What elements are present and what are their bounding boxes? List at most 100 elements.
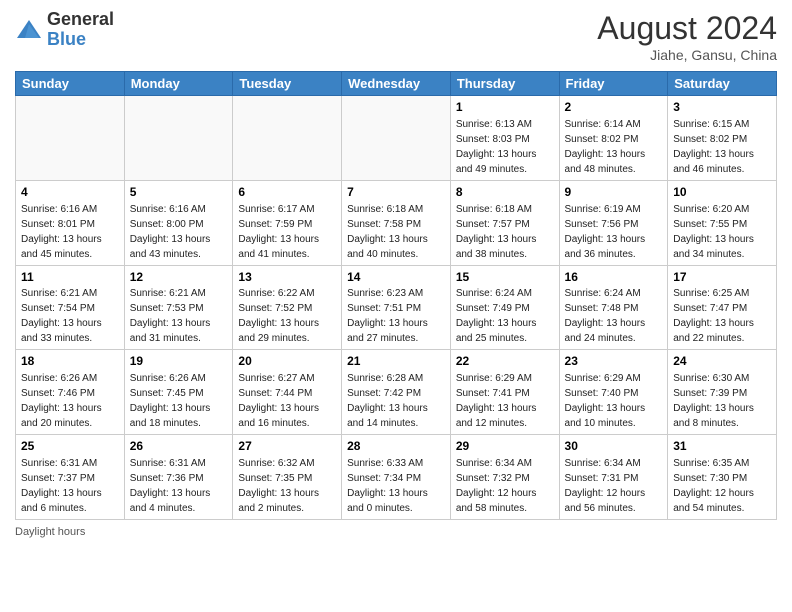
day-info: Sunrise: 6:15 AM Sunset: 8:02 PM Dayligh… [673, 119, 754, 175]
logo-general: General [47, 10, 114, 30]
day-info: Sunrise: 6:33 AM Sunset: 7:34 PM Dayligh… [347, 458, 428, 514]
day-info: Sunrise: 6:32 AM Sunset: 7:35 PM Dayligh… [238, 458, 319, 514]
day-number: 16 [565, 269, 663, 286]
day-number: 25 [21, 438, 119, 455]
day-number: 3 [673, 99, 771, 116]
day-info: Sunrise: 6:25 AM Sunset: 7:47 PM Dayligh… [673, 288, 754, 344]
logo: General Blue [15, 10, 114, 50]
daylight-label: Daylight hours [15, 526, 85, 538]
day-info: Sunrise: 6:20 AM Sunset: 7:55 PM Dayligh… [673, 204, 754, 260]
calendar-cell: 30Sunrise: 6:34 AM Sunset: 7:31 PM Dayli… [559, 435, 668, 520]
day-info: Sunrise: 6:17 AM Sunset: 7:59 PM Dayligh… [238, 204, 319, 260]
calendar-cell: 12 Sunrise: 6:21 AM Sunset: 7:53 PM Dayli… [124, 265, 233, 350]
calendar-cell: 6 Sunrise: 6:17 AM Sunset: 7:59 PM Daylig… [233, 180, 342, 265]
header: General Blue August 2024 Jiahe, Gansu, C… [15, 10, 777, 63]
day-info: Sunrise: 6:16 AM Sunset: 8:00 PM Dayligh… [130, 204, 211, 260]
calendar-cell: 14 Sunrise: 6:23 AM Sunset: 7:51 PM Dayli… [342, 265, 451, 350]
logo-text: General Blue [47, 10, 114, 50]
day-info: Sunrise: 6:18 AM Sunset: 7:58 PM Dayligh… [347, 204, 428, 260]
page: General Blue August 2024 Jiahe, Gansu, C… [0, 0, 792, 612]
day-number: 19 [130, 353, 228, 370]
calendar-cell: 7 Sunrise: 6:18 AM Sunset: 7:58 PM Daylig… [342, 180, 451, 265]
day-info: Sunrise: 6:14 AM Sunset: 8:02 PM Dayligh… [565, 119, 646, 175]
calendar-week-0: 1 Sunrise: 6:13 AM Sunset: 8:03 PM Daylig… [16, 96, 777, 181]
calendar-cell: 15Sunrise: 6:24 AM Sunset: 7:49 PM Dayli… [450, 265, 559, 350]
day-number: 1 [456, 99, 554, 116]
day-number: 12 [130, 269, 228, 286]
day-number: 9 [565, 184, 663, 201]
calendar-cell: 2 Sunrise: 6:14 AM Sunset: 8:02 PM Daylig… [559, 96, 668, 181]
calendar-week-1: 4 Sunrise: 6:16 AM Sunset: 8:01 PM Daylig… [16, 180, 777, 265]
day-number: 6 [238, 184, 336, 201]
day-info: Sunrise: 6:18 AM Sunset: 7:57 PM Dayligh… [456, 204, 537, 260]
day-info: Sunrise: 6:23 AM Sunset: 7:51 PM Dayligh… [347, 288, 428, 344]
calendar-header-tuesday: Tuesday [233, 72, 342, 96]
logo-icon [15, 16, 43, 44]
day-info: Sunrise: 6:31 AM Sunset: 7:37 PM Dayligh… [21, 458, 102, 514]
calendar-header-sunday: Sunday [16, 72, 125, 96]
calendar-cell [16, 96, 125, 181]
day-number: 7 [347, 184, 445, 201]
calendar-cell: 13Sunrise: 6:22 AM Sunset: 7:52 PM Dayli… [233, 265, 342, 350]
day-info: Sunrise: 6:31 AM Sunset: 7:36 PM Dayligh… [130, 458, 211, 514]
calendar-cell: 3 Sunrise: 6:15 AM Sunset: 8:02 PM Daylig… [668, 96, 777, 181]
calendar-week-4: 25 Sunrise: 6:31 AM Sunset: 7:37 PM Dayli… [16, 435, 777, 520]
calendar-cell: 19 Sunrise: 6:26 AM Sunset: 7:45 PM Dayli… [124, 350, 233, 435]
calendar-cell: 1 Sunrise: 6:13 AM Sunset: 8:03 PM Daylig… [450, 96, 559, 181]
location-title: Jiahe, Gansu, China [597, 47, 777, 63]
day-number: 27 [238, 438, 336, 455]
calendar-cell: 23 Sunrise: 6:29 AM Sunset: 7:40 PM Dayli… [559, 350, 668, 435]
day-number: 14 [347, 269, 445, 286]
day-info: Sunrise: 6:35 AM Sunset: 7:30 PM Dayligh… [673, 458, 754, 514]
day-info: Sunrise: 6:29 AM Sunset: 7:40 PM Dayligh… [565, 373, 646, 429]
day-info: Sunrise: 6:24 AM Sunset: 7:48 PM Dayligh… [565, 288, 646, 344]
day-number: 29 [456, 438, 554, 455]
calendar-header-wednesday: Wednesday [342, 72, 451, 96]
calendar-cell: 25 Sunrise: 6:31 AM Sunset: 7:37 PM Dayli… [16, 435, 125, 520]
day-number: 11 [21, 269, 119, 286]
day-number: 22 [456, 353, 554, 370]
calendar-table: SundayMondayTuesdayWednesdayThursdayFrid… [15, 71, 777, 520]
calendar-cell: 9Sunrise: 6:19 AM Sunset: 7:56 PM Daylig… [559, 180, 668, 265]
calendar-week-3: 18Sunrise: 6:26 AM Sunset: 7:46 PM Dayli… [16, 350, 777, 435]
calendar-cell: 11Sunrise: 6:21 AM Sunset: 7:54 PM Dayli… [16, 265, 125, 350]
calendar-cell [124, 96, 233, 181]
day-info: Sunrise: 6:26 AM Sunset: 7:46 PM Dayligh… [21, 373, 102, 429]
day-info: Sunrise: 6:13 AM Sunset: 8:03 PM Dayligh… [456, 119, 537, 175]
month-year-title: August 2024 [597, 10, 777, 47]
day-number: 26 [130, 438, 228, 455]
calendar-cell: 22 Sunrise: 6:29 AM Sunset: 7:41 PM Dayli… [450, 350, 559, 435]
footer: Daylight hours [15, 526, 777, 538]
calendar-cell [342, 96, 451, 181]
calendar-header-thursday: Thursday [450, 72, 559, 96]
calendar-cell: 31 Sunrise: 6:35 AM Sunset: 7:30 PM Dayli… [668, 435, 777, 520]
calendar-header-saturday: Saturday [668, 72, 777, 96]
day-info: Sunrise: 6:26 AM Sunset: 7:45 PM Dayligh… [130, 373, 211, 429]
day-info: Sunrise: 6:21 AM Sunset: 7:53 PM Dayligh… [130, 288, 211, 344]
day-info: Sunrise: 6:29 AM Sunset: 7:41 PM Dayligh… [456, 373, 537, 429]
day-info: Sunrise: 6:28 AM Sunset: 7:42 PM Dayligh… [347, 373, 428, 429]
calendar-cell: 10Sunrise: 6:20 AM Sunset: 7:55 PM Dayli… [668, 180, 777, 265]
calendar-cell: 27 Sunrise: 6:32 AM Sunset: 7:35 PM Dayli… [233, 435, 342, 520]
day-number: 4 [21, 184, 119, 201]
day-info: Sunrise: 6:16 AM Sunset: 8:01 PM Dayligh… [21, 204, 102, 260]
day-number: 31 [673, 438, 771, 455]
day-number: 17 [673, 269, 771, 286]
day-info: Sunrise: 6:22 AM Sunset: 7:52 PM Dayligh… [238, 288, 319, 344]
calendar-cell: 28 Sunrise: 6:33 AM Sunset: 7:34 PM Dayli… [342, 435, 451, 520]
calendar-cell: 24Sunrise: 6:30 AM Sunset: 7:39 PM Dayli… [668, 350, 777, 435]
calendar-cell: 16 Sunrise: 6:24 AM Sunset: 7:48 PM Dayli… [559, 265, 668, 350]
calendar-cell: 21Sunrise: 6:28 AM Sunset: 7:42 PM Dayli… [342, 350, 451, 435]
calendar-cell: 8Sunrise: 6:18 AM Sunset: 7:57 PM Daylig… [450, 180, 559, 265]
calendar-cell: 4 Sunrise: 6:16 AM Sunset: 8:01 PM Daylig… [16, 180, 125, 265]
day-number: 24 [673, 353, 771, 370]
day-number: 30 [565, 438, 663, 455]
day-number: 2 [565, 99, 663, 116]
calendar-header-row: SundayMondayTuesdayWednesdayThursdayFrid… [16, 72, 777, 96]
calendar-cell: 29Sunrise: 6:34 AM Sunset: 7:32 PM Dayli… [450, 435, 559, 520]
day-number: 28 [347, 438, 445, 455]
day-number: 23 [565, 353, 663, 370]
calendar-week-2: 11Sunrise: 6:21 AM Sunset: 7:54 PM Dayli… [16, 265, 777, 350]
calendar-cell: 5Sunrise: 6:16 AM Sunset: 8:00 PM Daylig… [124, 180, 233, 265]
day-info: Sunrise: 6:27 AM Sunset: 7:44 PM Dayligh… [238, 373, 319, 429]
